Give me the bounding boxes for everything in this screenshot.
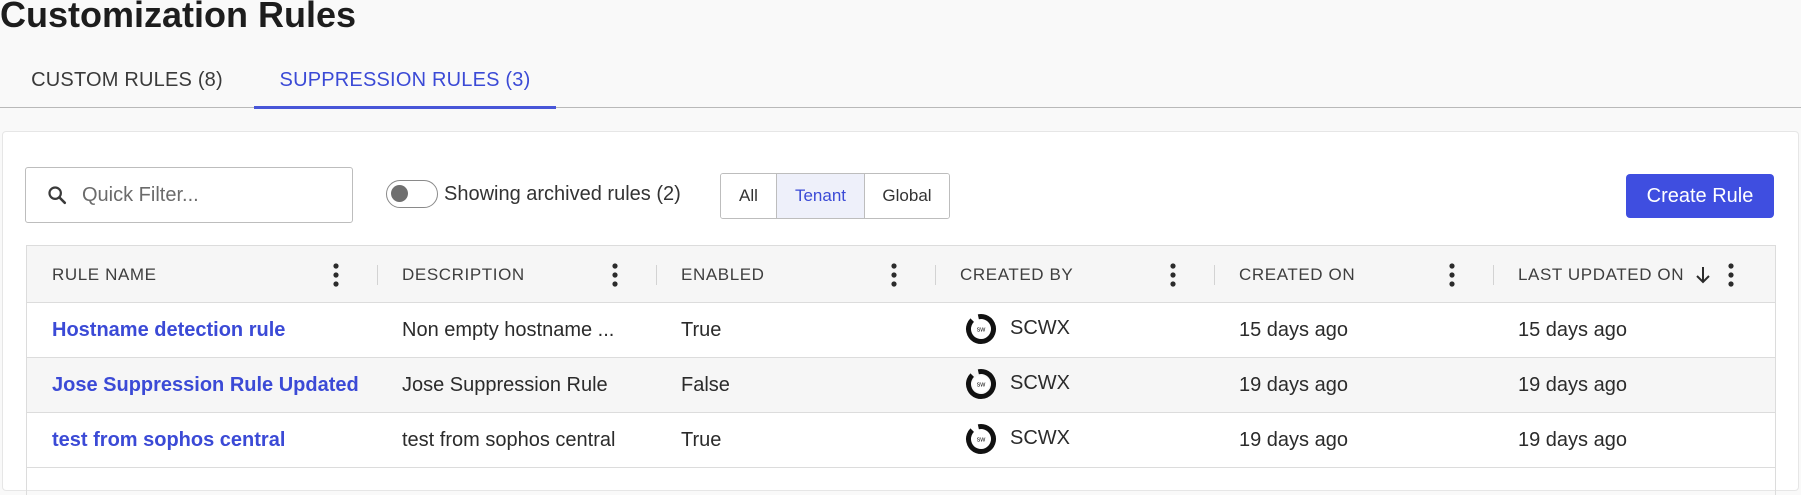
creator-name: SCWX — [1010, 427, 1070, 449]
creator-name: SCWX — [1010, 317, 1070, 339]
created-on-cell: 15 days ago — [1239, 319, 1348, 341]
enabled-cell: True — [681, 319, 722, 341]
toggle-knob — [391, 185, 408, 202]
quick-filter[interactable] — [25, 167, 353, 223]
creator: sw SCWX — [960, 423, 1070, 455]
archived-toggle-switch[interactable] — [386, 180, 438, 208]
scope-global-button[interactable]: Global — [865, 174, 949, 218]
rule-name-link[interactable]: Jose Suppression Rule Updated — [27, 358, 359, 413]
tab-custom-rules[interactable]: CUSTOM RULES (8) — [0, 52, 254, 108]
page-title: Customization Rules — [0, 0, 357, 35]
kebab-menu-icon[interactable] — [330, 262, 342, 288]
svg-text:sw: sw — [977, 326, 987, 333]
archived-toggle-label: Showing archived rules (2) — [444, 182, 681, 205]
rules-grid: RULE NAME DESCRIPTION ENABLED CREATED BY… — [26, 245, 1776, 495]
created-on-cell: 19 days ago — [1239, 429, 1348, 451]
column-separator[interactable] — [1214, 265, 1215, 285]
rule-name-link[interactable]: Hostname detection rule — [27, 303, 285, 358]
rule-tabs: CUSTOM RULES (8) SUPPRESSION RULES (3) — [0, 52, 1801, 109]
column-separator[interactable] — [1493, 265, 1494, 285]
created-by-cell: sw SCWX — [935, 413, 1070, 468]
created-on-cell: 19 days ago — [1239, 374, 1348, 396]
search-icon — [48, 186, 67, 205]
column-header-label: ENABLED — [681, 264, 765, 284]
table-row[interactable]: test from sophos central test from sopho… — [27, 413, 1775, 468]
creator: sw SCWX — [960, 313, 1070, 345]
description-cell: Non empty hostname ... — [402, 319, 615, 341]
scope-tenant-button[interactable]: Tenant — [777, 174, 865, 218]
last-updated-on-cell: 19 days ago — [1518, 374, 1627, 396]
create-rule-button[interactable]: Create Rule — [1626, 174, 1774, 218]
column-header-label: CREATED ON — [1239, 264, 1356, 284]
tab-suppression-rules[interactable]: SUPPRESSION RULES (3) — [254, 52, 556, 109]
rule-name-link[interactable]: test from sophos central — [27, 413, 285, 468]
secureworks-logo-icon: sw — [966, 313, 996, 344]
search-input[interactable] — [80, 182, 310, 208]
kebab-menu-icon[interactable] — [1446, 262, 1458, 288]
secureworks-logo-icon: sw — [966, 368, 996, 399]
creator: sw SCWX — [960, 368, 1070, 400]
column-header-label: RULE NAME — [52, 264, 157, 284]
column-header-label: LAST UPDATED ON — [1518, 264, 1685, 284]
kebab-menu-icon[interactable] — [1725, 262, 1737, 288]
column-header-rule-name[interactable]: RULE NAME — [27, 246, 377, 303]
scope-filter: All Tenant Global — [720, 173, 950, 219]
kebab-menu-icon[interactable] — [1167, 262, 1179, 288]
column-separator[interactable] — [935, 265, 936, 285]
kebab-menu-icon[interactable] — [609, 262, 621, 288]
table-row[interactable]: Jose Suppression Rule Updated Jose Suppr… — [27, 358, 1775, 413]
last-updated-on-cell: 15 days ago — [1518, 319, 1627, 341]
svg-text:sw: sw — [977, 381, 987, 388]
scope-all-button[interactable]: All — [721, 174, 777, 218]
last-updated-on-cell: 19 days ago — [1518, 429, 1627, 451]
description-cell: test from sophos central — [402, 429, 616, 451]
enabled-cell: True — [681, 429, 722, 451]
column-separator[interactable] — [377, 265, 378, 285]
grid-header: RULE NAME DESCRIPTION ENABLED CREATED BY… — [27, 246, 1775, 303]
rules-card: Showing archived rules (2) All Tenant Gl… — [2, 131, 1799, 495]
description-cell: Jose Suppression Rule — [402, 374, 608, 396]
arrow-down-icon[interactable] — [1694, 265, 1712, 285]
created-by-cell: sw SCWX — [935, 303, 1070, 358]
column-separator[interactable] — [656, 265, 657, 285]
table-row[interactable]: Hostname detection rule Non empty hostna… — [27, 303, 1775, 358]
column-header-label: CREATED BY — [960, 264, 1074, 284]
creator-name: SCWX — [1010, 372, 1070, 394]
kebab-menu-icon[interactable] — [888, 262, 900, 288]
secureworks-logo-icon: sw — [966, 423, 996, 454]
column-header-label: DESCRIPTION — [402, 264, 525, 284]
svg-text:sw: sw — [977, 436, 987, 443]
created-by-cell: sw SCWX — [935, 358, 1070, 413]
enabled-cell: False — [681, 374, 730, 396]
archived-toggle: Showing archived rules (2) — [386, 178, 681, 210]
